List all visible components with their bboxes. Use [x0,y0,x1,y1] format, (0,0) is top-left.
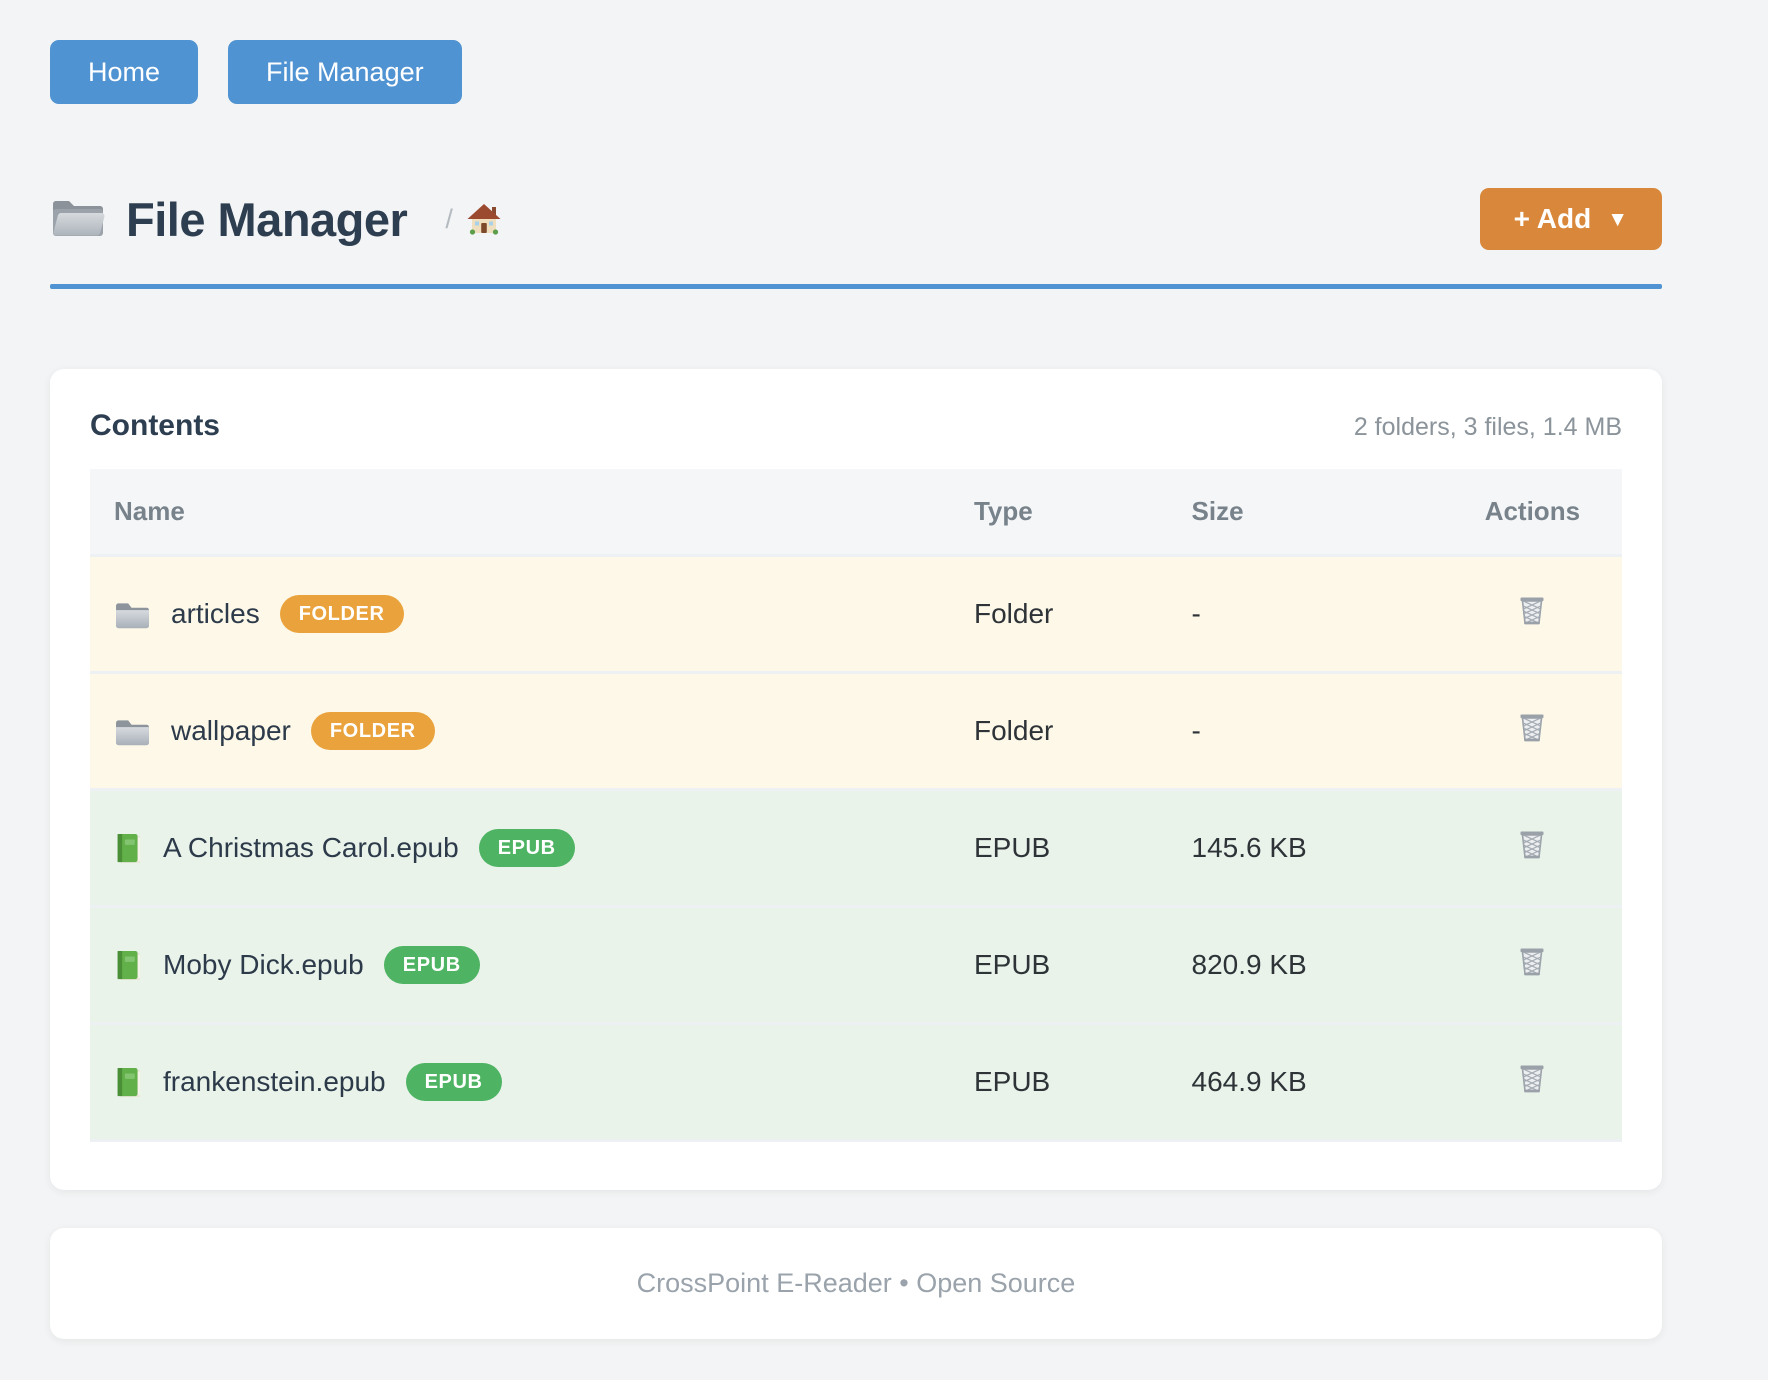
file-name[interactable]: A Christmas Carol.epub [163,832,459,864]
file-name[interactable]: Moby Dick.epub [163,949,364,981]
type-badge: EPUB [406,1063,502,1101]
file-name[interactable]: articles [171,598,260,630]
header-divider [50,284,1662,289]
file-name[interactable]: frankenstein.epub [163,1066,386,1098]
actions-cell [1443,556,1622,673]
page-header: File Manager / + Add ▼ [50,188,1662,250]
title-group: File Manager [50,192,407,247]
type-cell: EPUB [974,1024,1192,1141]
actions-cell [1443,907,1622,1024]
delete-button[interactable] [1517,1062,1547,1095]
page-container: Home File Manager File Manager [50,0,1662,1339]
add-button-label: + Add [1514,203,1592,235]
contents-card: Contents 2 folders, 3 files, 1.4 MB Name… [50,369,1662,1190]
type-badge: FOLDER [311,712,435,750]
delete-button[interactable] [1517,828,1547,861]
column-header-name: Name [90,469,974,556]
column-header-type: Type [974,469,1192,556]
table-row: frankenstein.epub EPUB EPUB 464.9 KB [90,1024,1622,1141]
add-button[interactable]: + Add ▼ [1480,188,1662,250]
top-nav: Home File Manager [50,40,1662,104]
size-cell: - [1192,673,1443,790]
home-button[interactable]: Home [50,40,198,104]
book-icon [114,949,143,982]
trash-icon [1517,828,1547,861]
table-row: Moby Dick.epub EPUB EPUB 820.9 KB [90,907,1622,1024]
page-title: File Manager [126,192,407,247]
type-cell: Folder [974,556,1192,673]
name-cell: Moby Dick.epub EPUB [90,907,974,1024]
trash-icon [1517,711,1547,744]
type-cell: Folder [974,673,1192,790]
actions-cell [1443,673,1622,790]
name-cell: wallpaper FOLDER [90,673,974,790]
file-name[interactable]: wallpaper [171,715,291,747]
footer-text: CrossPoint E-Reader • Open Source [637,1268,1076,1298]
table-row: articles FOLDER Folder - [90,556,1622,673]
contents-summary: 2 folders, 3 files, 1.4 MB [1354,413,1622,442]
name-cell: A Christmas Carol.epub EPUB [90,790,974,907]
delete-button[interactable] [1517,711,1547,744]
size-cell: 820.9 KB [1192,907,1443,1024]
column-header-size: Size [1192,469,1443,556]
size-cell: - [1192,556,1443,673]
table-row: A Christmas Carol.epub EPUB EPUB 145.6 K… [90,790,1622,907]
folder-icon [114,599,151,630]
name-cell: frankenstein.epub EPUB [90,1024,974,1141]
size-cell: 464.9 KB [1192,1024,1443,1141]
type-badge: EPUB [384,946,480,984]
delete-button[interactable] [1517,594,1547,627]
trash-icon [1517,945,1547,978]
file-manager-button[interactable]: File Manager [228,40,462,104]
contents-header: Contents 2 folders, 3 files, 1.4 MB [90,409,1622,443]
breadcrumb: / [445,203,501,235]
trash-icon [1517,1062,1547,1095]
trash-icon [1517,594,1547,627]
table-body: articles FOLDER Folder - [90,556,1622,1141]
home-icon[interactable] [467,203,501,235]
file-table: Name Type Size Actions [90,469,1622,1142]
contents-title: Contents [90,409,220,443]
type-badge: FOLDER [280,595,404,633]
book-icon [114,832,143,865]
folder-icon [114,716,151,747]
book-icon [114,1066,143,1099]
delete-button[interactable] [1517,945,1547,978]
name-cell: articles FOLDER [90,556,974,673]
column-header-actions: Actions [1443,469,1622,556]
type-cell: EPUB [974,790,1192,907]
footer-card: CrossPoint E-Reader • Open Source [50,1228,1662,1339]
table-row: wallpaper FOLDER Folder - [90,673,1622,790]
table-header: Name Type Size Actions [90,469,1622,556]
size-cell: 145.6 KB [1192,790,1443,907]
actions-cell [1443,790,1622,907]
type-badge: EPUB [479,829,575,867]
type-cell: EPUB [974,907,1192,1024]
actions-cell [1443,1024,1622,1141]
open-folder-icon [50,195,106,243]
breadcrumb-separator: / [445,204,453,235]
caret-down-icon: ▼ [1607,208,1628,232]
